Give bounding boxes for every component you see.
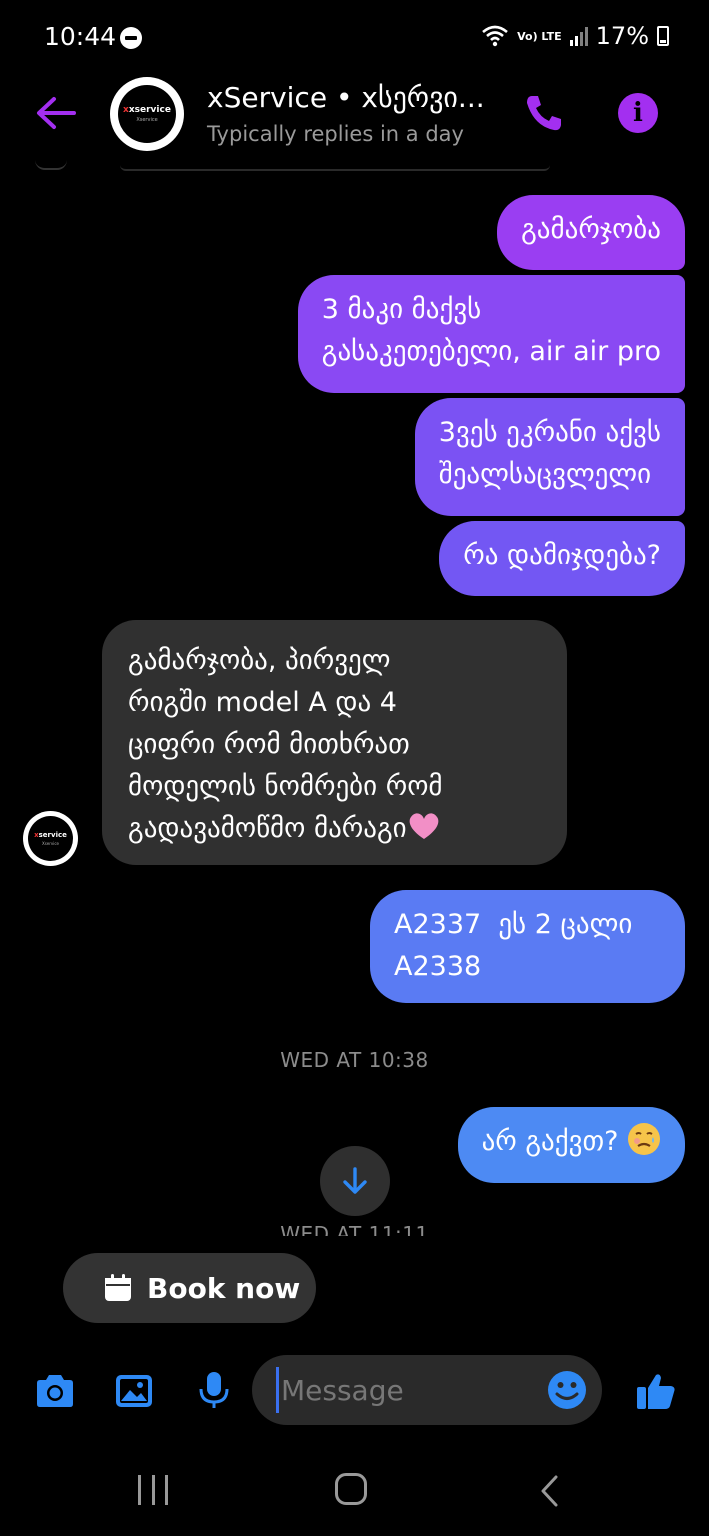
status-time: 10:44: [44, 22, 117, 51]
calendar-icon: [105, 1274, 131, 1301]
contact-name[interactable]: xService • xსერვი...: [207, 81, 507, 114]
avatar-logo: xservice: [34, 831, 67, 839]
scrolled-message-edge: [120, 165, 550, 171]
book-now-label: Book now: [147, 1271, 301, 1305]
system-back-icon[interactable]: [538, 1474, 562, 1508]
message-composer: [0, 1355, 709, 1427]
message-text: რა დამიჯდება?: [463, 540, 661, 571]
message-bubble-outgoing[interactable]: 3 მაკი მაქვს გასაკეთებელი, air air pro: [297, 275, 685, 393]
signal-icon: [569, 26, 588, 46]
message-text-line: A2337 ეს 2 ცალი: [394, 909, 633, 940]
emoji-icon[interactable]: [546, 1369, 588, 1411]
avatar-logo: xxservice: [123, 105, 171, 115]
do-not-disturb-icon: [120, 27, 142, 49]
message-text-line: 3 მაკი მაქვს: [321, 294, 482, 325]
contact-avatar[interactable]: xxservice Xservice: [110, 77, 184, 151]
message-text: არ გაქვთ?: [481, 1126, 619, 1157]
message-bubble-outgoing[interactable]: რა დამიჯდება?: [439, 521, 685, 596]
message-input[interactable]: [276, 1367, 526, 1413]
message-bubble-incoming[interactable]: გამარჯობა, პირველ რიგში model A და 4 ციფ…: [102, 620, 567, 865]
message-text-line: გასაკეთებელი, air air pro: [321, 336, 661, 367]
status-indicators: Vo) LTE 17%: [481, 22, 669, 50]
thumbs-up-icon[interactable]: [634, 1371, 678, 1411]
message-text-line: მოდელის ნომრები რომ: [128, 771, 443, 802]
timestamp-partial: WED AT 11:11: [280, 1224, 429, 1236]
message-bubble-outgoing[interactable]: A2337 ეს 2 ცალი A2338: [370, 890, 685, 1003]
info-icon[interactable]: i: [618, 93, 658, 133]
book-now-button[interactable]: Book now: [63, 1253, 316, 1323]
sad-face-icon: [628, 1123, 660, 1155]
message-bubble-outgoing[interactable]: არ გაქვთ?: [457, 1107, 685, 1183]
system-navigation-bar: [0, 1440, 709, 1536]
message-text-line: A2338: [394, 951, 482, 982]
conversation-header: xxservice Xservice xService • xსერვი... …: [0, 75, 709, 170]
camera-icon[interactable]: [33, 1371, 77, 1411]
message-bubble-outgoing[interactable]: გამარჯობა: [497, 195, 685, 270]
battery-percent: 17%: [595, 22, 649, 50]
microphone-icon[interactable]: [192, 1371, 236, 1411]
wifi-icon: [482, 25, 508, 47]
status-bar: 10:44 Vo) LTE 17%: [0, 0, 709, 75]
message-input-container[interactable]: [252, 1355, 602, 1425]
message-text-line: რიგში model A და 4: [128, 687, 397, 718]
avatar-logo-sub: Xservice: [136, 117, 158, 123]
arrow-down-icon: [343, 1167, 367, 1194]
message-text-line: ციფრი რომ მითხრათ: [128, 729, 410, 760]
sender-avatar[interactable]: xservice Xservice: [23, 811, 78, 866]
message-text-line: შეალსაცვლელი: [438, 459, 652, 490]
scrolled-avatar-edge: [35, 160, 67, 170]
home-icon[interactable]: [335, 1473, 367, 1505]
scroll-to-bottom-button[interactable]: [320, 1146, 390, 1216]
timestamp: WED AT 10:38: [280, 1048, 429, 1072]
phone-call-icon[interactable]: [524, 93, 564, 133]
contact-status: Typically replies in a day: [207, 122, 464, 146]
volte-indicator: Vo) LTE: [517, 29, 562, 43]
back-arrow-icon[interactable]: [34, 95, 78, 131]
message-text-line: გამარჯობა, პირველ: [128, 645, 391, 676]
message-text: გამარჯობა: [521, 214, 661, 245]
gallery-icon[interactable]: [112, 1371, 156, 1411]
message-text-line: გადავამოწმო მარაგი: [128, 813, 407, 844]
pink-heart-icon: [409, 813, 439, 839]
avatar-logo-sub: Xservice: [41, 841, 60, 846]
message-bubble-outgoing[interactable]: 3ვეს ეკრანი აქვს შეალსაცვლელი: [414, 398, 685, 516]
recent-apps-icon[interactable]: [138, 1475, 168, 1505]
message-text-line: 3ვეს ეკრანი აქვს: [438, 417, 661, 448]
battery-icon: [657, 26, 669, 46]
